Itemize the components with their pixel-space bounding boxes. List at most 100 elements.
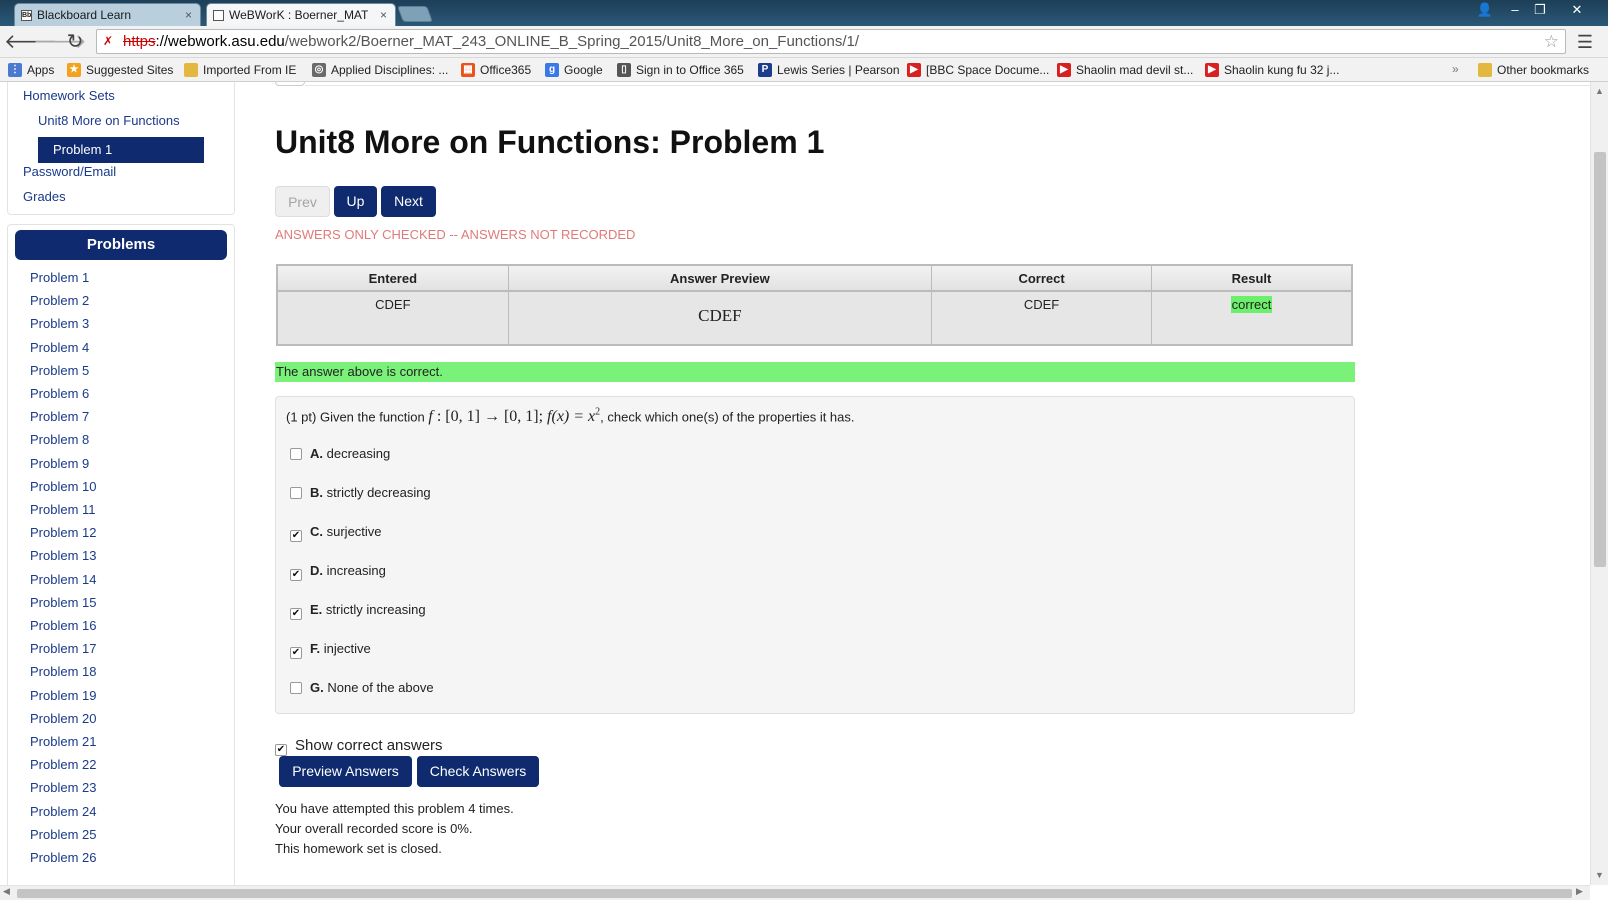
bookmark-star-icon[interactable]: ☆ bbox=[1544, 30, 1559, 53]
disciplines-icon: ◎ bbox=[312, 63, 326, 77]
reload-icon[interactable]: ↻ bbox=[62, 29, 88, 55]
check-answers-button[interactable]: Check Answers bbox=[417, 756, 539, 787]
back-arrow-icon[interactable]: 🡐 bbox=[4, 29, 58, 55]
bookmark-applied-disciplines[interactable]: ◎ Applied Disciplines: ... bbox=[312, 62, 448, 78]
bookmark-office-signin[interactable]: ▯ Sign in to Office 365 bbox=[617, 62, 744, 78]
sidebar-item-problem-19[interactable]: Problem 19 bbox=[30, 688, 96, 703]
option-checkbox[interactable]: ✔ bbox=[290, 647, 302, 659]
sidebar-item-problem-7[interactable]: Problem 7 bbox=[30, 409, 89, 424]
up-button[interactable]: Up bbox=[334, 186, 377, 217]
show-correct-answers-checkbox[interactable]: ✔ bbox=[275, 744, 287, 756]
option-row[interactable]: B. strictly decreasing bbox=[290, 485, 431, 500]
new-tab-button[interactable] bbox=[397, 6, 433, 22]
function-formula: f : [0, 1] → [0, 1]; f(x) = x2 bbox=[428, 407, 601, 426]
preview-answers-button[interactable]: Preview Answers bbox=[279, 756, 412, 787]
sidebar-item-problem-12[interactable]: Problem 12 bbox=[30, 525, 96, 540]
bookmark-suggested-sites[interactable]: ★ Suggested Sites bbox=[67, 62, 173, 78]
horizontal-scrollbar[interactable]: ◀ ▶ bbox=[0, 885, 1590, 900]
bookmark-apps[interactable]: ⋮ Apps bbox=[8, 62, 54, 78]
option-row[interactable]: ✔ F. injective bbox=[290, 641, 371, 659]
sidebar-item-problem-8[interactable]: Problem 8 bbox=[30, 432, 89, 447]
close-tab-icon[interactable]: × bbox=[185, 4, 192, 26]
scroll-right-arrow-icon[interactable]: ▶ bbox=[1576, 886, 1583, 897]
sidebar-item-problem-21[interactable]: Problem 21 bbox=[30, 734, 96, 749]
next-button[interactable]: Next bbox=[381, 186, 436, 217]
sidebar-item-grades[interactable]: Grades bbox=[23, 189, 66, 204]
bookmark-shaolin-mad-devil[interactable]: ▶ Shaolin mad devil st... bbox=[1057, 62, 1193, 78]
sidebar-item-problem-23[interactable]: Problem 23 bbox=[30, 780, 96, 795]
option-label: strictly increasing bbox=[325, 602, 426, 617]
show-correct-answers-row[interactable]: ✔ Show correct answers bbox=[275, 737, 443, 756]
sidebar-item-problem-18[interactable]: Problem 18 bbox=[30, 664, 96, 679]
scroll-up-arrow-icon[interactable]: ▲ bbox=[1595, 86, 1604, 96]
option-checkbox[interactable]: ✔ bbox=[290, 530, 302, 542]
column-header-result: Result bbox=[1151, 264, 1353, 292]
option-label: strictly decreasing bbox=[326, 485, 431, 500]
sidebar-item-problem-22[interactable]: Problem 22 bbox=[30, 757, 96, 772]
tab-webwork[interactable]: WeBWorK : Boerner_MAT × bbox=[206, 3, 396, 26]
chrome-menu-icon[interactable]: ☰ bbox=[1572, 29, 1598, 55]
option-row[interactable]: ✔ C. surjective bbox=[290, 524, 382, 542]
prev-button[interactable]: Prev bbox=[275, 186, 330, 217]
option-checkbox[interactable]: ✔ bbox=[290, 608, 302, 620]
sidebar-item-problem-13[interactable]: Problem 13 bbox=[30, 548, 96, 563]
bookmark-other-bookmarks[interactable]: Other bookmarks bbox=[1478, 62, 1589, 78]
sidebar-item-problem-15[interactable]: Problem 15 bbox=[30, 595, 96, 610]
sidebar-item-problem-5[interactable]: Problem 5 bbox=[30, 363, 89, 378]
option-checkbox[interactable] bbox=[290, 448, 302, 460]
restore-icon[interactable]: ❐ bbox=[1527, 2, 1553, 18]
sidebar-item-current-problem[interactable]: Problem 1 bbox=[38, 137, 204, 163]
suggested-sites-icon: ★ bbox=[67, 63, 81, 77]
scroll-down-arrow-icon[interactable]: ▼ bbox=[1595, 870, 1604, 880]
sidebar-item-problem-17[interactable]: Problem 17 bbox=[30, 641, 96, 656]
sidebar-item-problem-9[interactable]: Problem 9 bbox=[30, 456, 89, 471]
blackboard-favicon-icon: Bb bbox=[21, 10, 32, 21]
minimize-icon[interactable]: – bbox=[1502, 2, 1528, 18]
bookmarks-overflow-chevron-icon[interactable]: » bbox=[1452, 62, 1459, 76]
option-row[interactable]: G. None of the above bbox=[290, 680, 434, 695]
tab-blackboard[interactable]: Bb Blackboard Learn × bbox=[14, 3, 201, 26]
option-row[interactable]: ✔ D. increasing bbox=[290, 563, 386, 581]
option-checkbox[interactable] bbox=[290, 487, 302, 499]
sidebar-item-problem-10[interactable]: Problem 10 bbox=[30, 479, 96, 494]
option-row[interactable]: A. decreasing bbox=[290, 446, 390, 461]
sidebar-item-problem-1[interactable]: Problem 1 bbox=[30, 270, 89, 285]
bookmark-shaolin-kung-fu[interactable]: ▶ Shaolin kung fu 32 j... bbox=[1205, 62, 1339, 78]
sidebar-item-problem-3[interactable]: Problem 3 bbox=[30, 316, 89, 331]
entered-cell: CDEF bbox=[276, 290, 509, 346]
sidebar-item-problem-25[interactable]: Problem 25 bbox=[30, 827, 96, 842]
bookmark-office365[interactable]: ▦ Office365 bbox=[461, 62, 531, 78]
problem-points-text: (1 pt) Given the function bbox=[286, 409, 425, 425]
vertical-scrollbar[interactable]: ▲ ▼ bbox=[1590, 82, 1608, 885]
bookmark-imported-from-ie[interactable]: Imported From IE bbox=[184, 62, 296, 78]
sidebar-item-unit8[interactable]: Unit8 More on Functions bbox=[38, 113, 180, 128]
sidebar-item-problem-24[interactable]: Problem 24 bbox=[30, 804, 96, 819]
sidebar-item-problem-2[interactable]: Problem 2 bbox=[30, 293, 89, 308]
scrollbar-thumb[interactable] bbox=[17, 889, 1572, 898]
option-checkbox[interactable] bbox=[290, 682, 302, 694]
sidebar-item-homework-sets[interactable]: Homework Sets bbox=[23, 88, 115, 103]
option-checkbox[interactable]: ✔ bbox=[290, 569, 302, 581]
scrollbar-thumb[interactable] bbox=[1594, 152, 1606, 567]
preview-cell: CDEF bbox=[507, 290, 933, 346]
scroll-left-arrow-icon[interactable]: ◀ bbox=[3, 886, 10, 897]
sidebar-item-problem-26[interactable]: Problem 26 bbox=[30, 850, 96, 865]
address-bar[interactable]: ✗ https://webwork.asu.edu/webwork2/Boerne… bbox=[96, 29, 1566, 54]
sidebar-item-problem-6[interactable]: Problem 6 bbox=[30, 386, 89, 401]
sidebar-item-problem-11[interactable]: Problem 11 bbox=[30, 502, 96, 517]
option-row[interactable]: ✔ E. strictly increasing bbox=[290, 602, 426, 620]
close-tab-icon[interactable]: × bbox=[380, 4, 387, 26]
sidebar-item-problem-20[interactable]: Problem 20 bbox=[30, 711, 96, 726]
bookmark-google[interactable]: g Google bbox=[545, 62, 603, 78]
user-profile-icon[interactable]: 👤 bbox=[1472, 2, 1498, 18]
results-table: Entered Answer Preview Correct Result CD… bbox=[276, 264, 1353, 346]
close-window-icon[interactable]: ✕ bbox=[1555, 2, 1599, 18]
sidebar-item-problem-4[interactable]: Problem 4 bbox=[30, 340, 89, 355]
bookmark-pearson[interactable]: P Lewis Series | Pearson bbox=[758, 62, 900, 78]
sidebar-item-password-email[interactable]: Password/Email bbox=[23, 164, 116, 179]
bookmark-bbc-space[interactable]: ▶ [BBC Space Docume... bbox=[907, 62, 1049, 78]
tab-label: WeBWorK : Boerner_MAT bbox=[229, 8, 369, 22]
sidebar-item-problem-14[interactable]: Problem 14 bbox=[30, 572, 96, 587]
forward-arrow-icon[interactable]: 🡒 bbox=[33, 29, 87, 55]
sidebar-item-problem-16[interactable]: Problem 16 bbox=[30, 618, 96, 633]
